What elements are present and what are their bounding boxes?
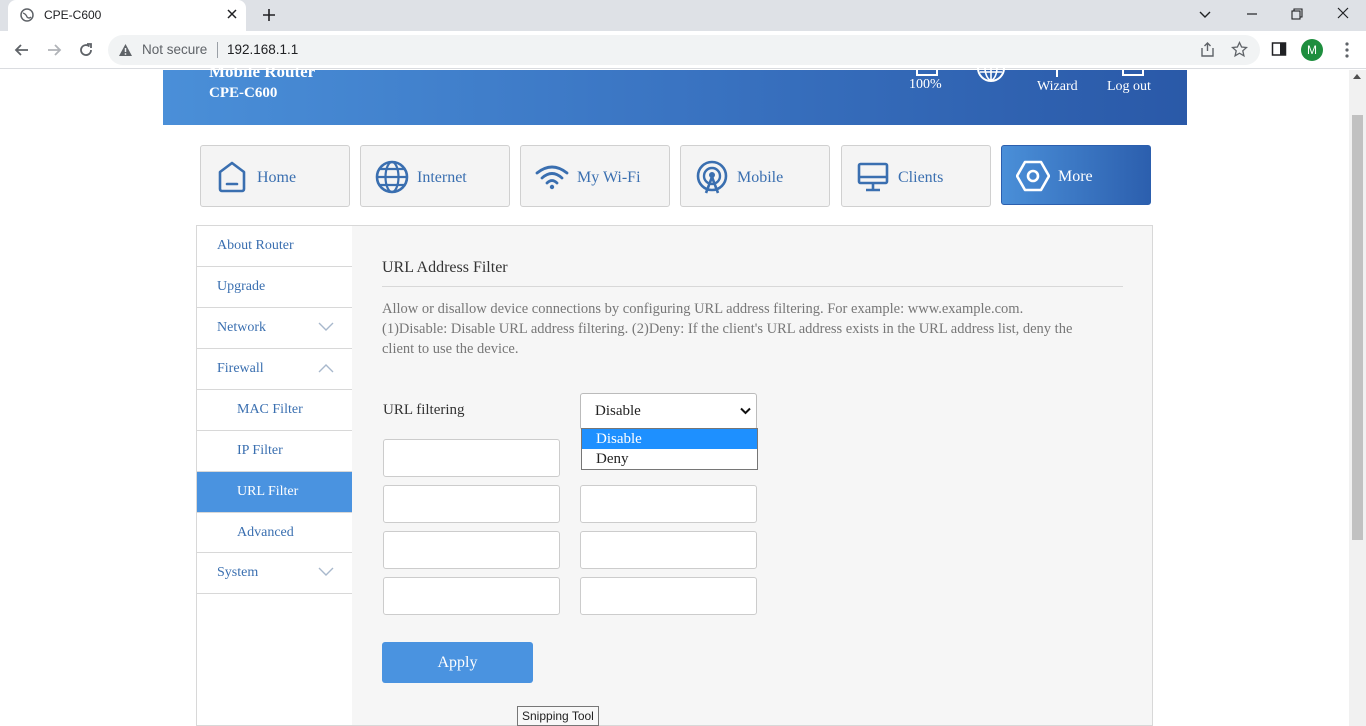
battery-label: 100%: [909, 77, 942, 92]
hexagon-icon: [1016, 160, 1050, 192]
menu-item-network[interactable]: Network: [197, 308, 352, 349]
restore-icon[interactable]: [1286, 4, 1308, 24]
page-scrollbar[interactable]: [1349, 70, 1366, 726]
menu-item-label: Network: [217, 320, 266, 335]
tab-title: CPE-C600: [44, 8, 102, 22]
nav-tile-label: Clients: [898, 169, 944, 186]
menu-item-label: About Router: [217, 238, 294, 253]
url-address-input[interactable]: [580, 577, 757, 615]
wifi-icon: [535, 165, 569, 190]
brand-model: CPE-C600: [209, 85, 278, 101]
menu-item-firewall[interactable]: Firewall: [197, 349, 352, 390]
nav-tile-label: Home: [257, 169, 297, 186]
nav-tile-label: Internet: [417, 169, 467, 186]
url-address-input[interactable]: [383, 531, 560, 569]
browser-tabstrip: CPE-C600: [0, 0, 1366, 31]
option-disable[interactable]: Disable: [582, 429, 757, 449]
nav-tile-label: More: [1058, 168, 1093, 185]
monitor-icon: [857, 162, 889, 192]
scroll-up-arrow-icon[interactable]: [1353, 74, 1361, 79]
new-tab-plus-icon[interactable]: [260, 6, 278, 24]
side-menu: About Router Upgrade Network Firewall MA…: [196, 225, 353, 726]
title-divider: [382, 286, 1123, 287]
back-arrow-icon[interactable]: [12, 40, 32, 60]
tab-search-chevron-icon[interactable]: [1194, 4, 1216, 24]
url-address-input[interactable]: [580, 485, 757, 523]
nav-tile-more[interactable]: More: [1001, 145, 1151, 205]
apply-button[interactable]: Apply: [382, 642, 533, 683]
menu-item-label: MAC Filter: [237, 402, 303, 417]
nav-tile-clients[interactable]: Clients: [841, 145, 991, 207]
tab-close-icon[interactable]: [224, 6, 240, 22]
nav-tile-mobile[interactable]: Mobile: [680, 145, 830, 207]
menu-item-label: Upgrade: [217, 279, 266, 294]
url-filtering-select[interactable]: Disable: [580, 393, 757, 430]
menu-item-label: Advanced: [237, 525, 294, 540]
url-address-input[interactable]: [383, 485, 560, 523]
antenna-icon: [696, 160, 728, 194]
url-filtering-options: Disable Deny: [581, 428, 758, 470]
chevron-down-icon: [318, 322, 334, 331]
page-title: URL Address Filter: [382, 259, 508, 276]
warning-triangle-icon[interactable]: [118, 43, 133, 57]
minimize-icon[interactable]: [1241, 4, 1263, 24]
address-bar[interactable]: Not secure 192.168.1.1: [108, 35, 1260, 65]
globe-icon: [375, 160, 409, 194]
menu-item-label: System: [217, 565, 259, 580]
url-text[interactable]: 192.168.1.1: [227, 42, 298, 57]
chevron-up-icon: [318, 364, 334, 373]
globe-favicon-icon: [20, 8, 34, 22]
reload-icon[interactable]: [76, 40, 96, 60]
menu-item-url-filter[interactable]: URL Filter: [197, 472, 352, 513]
menu-item-system[interactable]: System: [197, 553, 352, 594]
profile-avatar[interactable]: M: [1301, 39, 1323, 61]
url-address-input[interactable]: [580, 531, 757, 569]
share-icon[interactable]: [1199, 41, 1216, 58]
menu-item-about-router[interactable]: About Router: [197, 226, 352, 267]
bookmark-star-icon[interactable]: [1231, 41, 1248, 58]
menu-item-label: URL Filter: [237, 484, 299, 499]
url-filtering-label: URL filtering: [383, 402, 465, 418]
logout-label: Log out: [1107, 79, 1151, 94]
security-status-label: Not secure: [142, 42, 208, 57]
url-address-input[interactable]: [383, 439, 560, 477]
browser-menu-icon[interactable]: [1345, 40, 1349, 60]
menu-item-advanced[interactable]: Advanced: [197, 513, 352, 553]
nav-tile-home[interactable]: Home: [200, 145, 350, 207]
chevron-down-icon: [740, 407, 751, 415]
tooltip: Snipping Tool: [517, 706, 599, 726]
select-value: Disable: [595, 403, 641, 419]
url-filter-panel: URL Address Filter Allow or disallow dev…: [352, 225, 1153, 726]
home-icon: [218, 161, 246, 193]
scrollbar-thumb[interactable]: [1352, 115, 1363, 540]
wizard-label: Wizard: [1037, 79, 1078, 94]
chevron-down-icon: [318, 567, 334, 576]
url-address-input[interactable]: [383, 577, 560, 615]
menu-item-ip-filter[interactable]: IP Filter: [197, 431, 352, 472]
brand-title: Mobile Router: [209, 62, 316, 81]
menu-item-mac-filter[interactable]: MAC Filter: [197, 390, 352, 431]
router-header: Mobile Router CPE-C600 100% Wizard Log o…: [163, 62, 1187, 125]
option-deny[interactable]: Deny: [582, 449, 757, 469]
globe-status-icon: [977, 66, 1005, 82]
address-divider: [217, 42, 218, 58]
menu-item-label: Firewall: [217, 361, 264, 376]
side-panel-icon[interactable]: [1271, 41, 1287, 57]
browser-tab[interactable]: CPE-C600: [8, 0, 246, 31]
nav-tile-label: My Wi-Fi: [577, 169, 641, 186]
menu-item-label: IP Filter: [237, 443, 283, 458]
window-close-icon[interactable]: [1332, 4, 1354, 24]
nav-tile-label: Mobile: [737, 169, 784, 186]
nav-tile-my-wifi[interactable]: My Wi-Fi: [520, 145, 670, 207]
menu-item-upgrade[interactable]: Upgrade: [197, 267, 352, 308]
forward-arrow-icon[interactable]: [44, 40, 64, 60]
page-description: Allow or disallow device connections by …: [382, 301, 1073, 357]
nav-tile-internet[interactable]: Internet: [360, 145, 510, 207]
browser-toolbar: Not secure 192.168.1.1 M: [0, 31, 1366, 69]
